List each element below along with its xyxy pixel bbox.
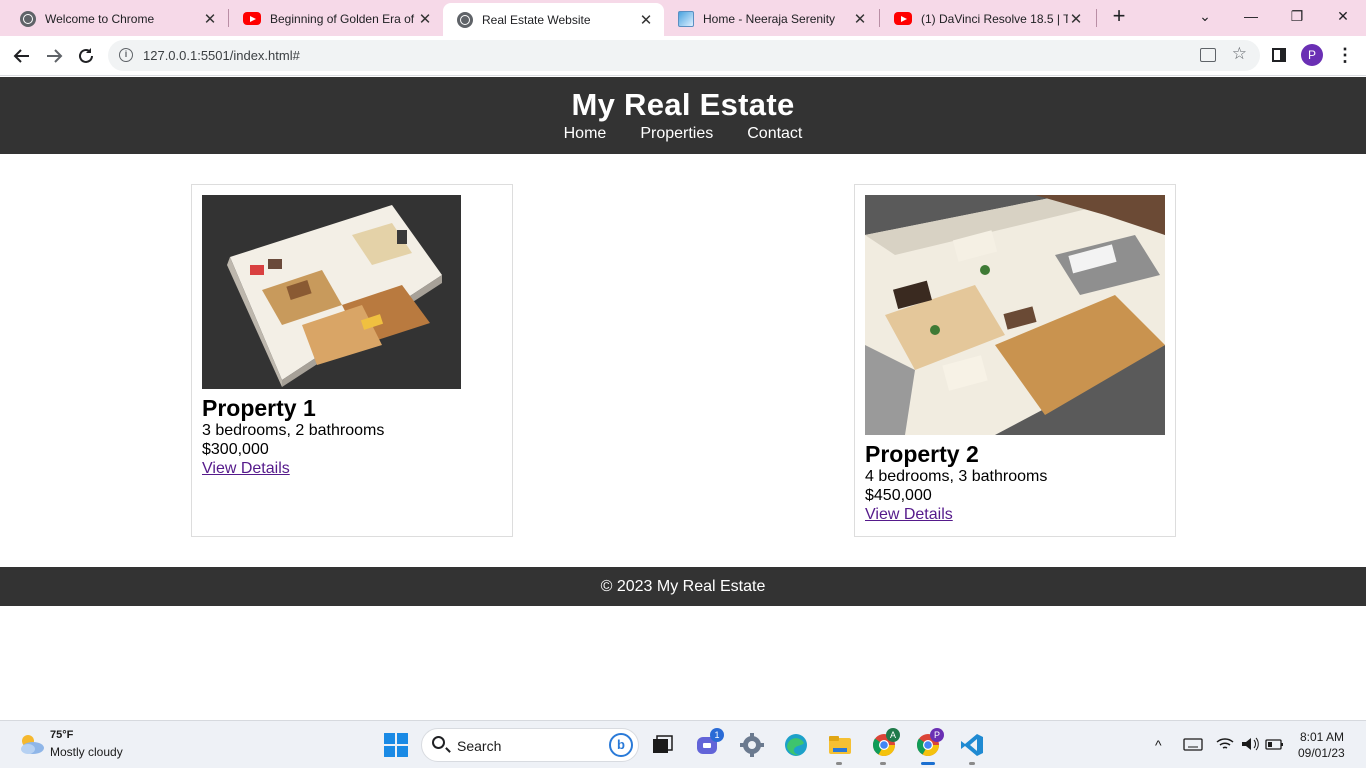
view-details-link[interactable]: View Details (865, 505, 953, 524)
search-icon (432, 736, 445, 749)
active-indicator (921, 762, 935, 765)
clock-date[interactable]: 09/01/23 (1298, 746, 1345, 760)
nav-link-contact[interactable]: Contact (747, 125, 802, 143)
property-card: Property 2 4 bedrooms, 3 bathrooms $450,… (854, 184, 1176, 537)
site-title: My Real Estate (571, 87, 795, 122)
site-header: My Real Estate Home Properties Contact (0, 77, 1366, 154)
share-icon[interactable] (1200, 48, 1216, 62)
file-explorer-icon[interactable] (827, 732, 853, 758)
property-rooms: 3 bedrooms, 2 bathrooms (202, 422, 385, 439)
task-view-icon[interactable] (650, 732, 676, 758)
close-icon[interactable]: ✕ (1068, 11, 1084, 28)
volume-icon[interactable] (1240, 736, 1260, 752)
tab-title: Real Estate Website (482, 12, 591, 27)
search-label: Search (457, 738, 502, 754)
property-image (865, 195, 1165, 435)
tab-title: Home - Neeraja Serenity (703, 11, 836, 26)
youtube-icon (243, 12, 261, 25)
property-title: Property 1 (202, 395, 316, 421)
browser-toolbar: i 127.0.0.1:5501/index.html# ☆ P ⋮ (0, 36, 1366, 76)
property-image (202, 195, 461, 389)
taskbar: 75°F Mostly cloudy Search b 1 A P ^ 8:01… (0, 720, 1366, 768)
floor-plan-illustration (202, 195, 461, 389)
profile-badge: P (930, 728, 944, 742)
youtube-icon (894, 12, 912, 25)
address-bar[interactable]: i 127.0.0.1:5501/index.html# ☆ (108, 40, 1260, 71)
reload-icon (79, 48, 93, 63)
reload-button[interactable] (74, 44, 98, 68)
cloudy-weather-icon[interactable] (17, 731, 45, 757)
notification-badge: 1 (710, 728, 724, 742)
forward-button[interactable] (42, 44, 66, 68)
tab-youtube-golden-era[interactable]: Beginning of Golden Era of Ir ✕ (229, 3, 443, 34)
settings-gear-icon[interactable] (739, 732, 765, 758)
chrome-menu-icon[interactable]: ⋮ (1336, 44, 1354, 66)
tab-title: Welcome to Chrome (45, 11, 155, 26)
weather-temperature[interactable]: 75°F (50, 729, 73, 741)
restore-button[interactable]: ❐ (1274, 0, 1320, 32)
site-info-icon[interactable]: i (119, 48, 133, 62)
forward-arrow-icon (47, 49, 63, 63)
tab-welcome[interactable]: Welcome to Chrome ✕ (6, 3, 228, 34)
running-indicator (880, 762, 886, 765)
tab-separator (1096, 9, 1097, 27)
side-panel-icon[interactable] (1272, 48, 1286, 62)
running-indicator (969, 762, 975, 765)
battery-icon[interactable] (1265, 736, 1285, 752)
close-icon[interactable]: ✕ (202, 11, 218, 28)
nav-link-properties[interactable]: Properties (640, 125, 713, 143)
tab-neeraja-serenity[interactable]: Home - Neeraja Serenity ✕ (664, 3, 878, 34)
back-arrow-icon (13, 49, 29, 63)
tab-title: Beginning of Golden Era of Ir (270, 11, 417, 26)
view-details-link[interactable]: View Details (202, 459, 290, 478)
nav-link-home[interactable]: Home (564, 125, 607, 143)
profile-badge: A (886, 728, 900, 742)
site-footer: © 2023 My Real Estate (0, 567, 1366, 606)
show-hidden-icons-chevron[interactable]: ^ (1155, 721, 1162, 769)
property-price: $300,000 (202, 441, 269, 458)
tab-search-button[interactable]: ⌄ (1182, 0, 1228, 32)
tab-youtube-davinci[interactable]: (1) DaVinci Resolve 18.5 | The ✕ (880, 3, 1094, 34)
tab-strip: Welcome to Chrome ✕ Beginning of Golden … (0, 0, 1366, 36)
wifi-icon[interactable] (1215, 736, 1235, 752)
minimize-button[interactable]: — (1228, 0, 1274, 32)
vscode-icon[interactable] (959, 732, 985, 758)
weather-description[interactable]: Mostly cloudy (50, 745, 123, 759)
home-site-icon (678, 10, 694, 27)
clock-time[interactable]: 8:01 AM (1300, 730, 1344, 744)
globe-icon (20, 10, 36, 27)
property-title: Property 2 (865, 441, 979, 467)
close-icon[interactable]: ✕ (852, 11, 868, 28)
taskbar-search[interactable]: Search b (421, 728, 639, 762)
site-nav: Home Properties Contact (0, 125, 1366, 143)
edge-browser-icon[interactable] (783, 732, 809, 758)
url-text[interactable]: 127.0.0.1:5501/index.html# (143, 40, 300, 71)
profile-avatar[interactable]: P (1301, 44, 1323, 66)
close-icon[interactable]: ✕ (417, 11, 433, 28)
tab-real-estate[interactable]: Real Estate Website ✕ (443, 3, 664, 36)
new-tab-button[interactable]: + (1108, 5, 1130, 28)
property-price: $450,000 (865, 487, 932, 504)
globe-icon (457, 11, 473, 28)
running-indicator (836, 762, 842, 765)
floor-plan-illustration (865, 195, 1165, 435)
property-card: Property 1 3 bedrooms, 2 bathrooms $300,… (191, 184, 513, 537)
bing-icon[interactable]: b (609, 733, 633, 757)
back-button[interactable] (10, 44, 34, 68)
windows-start-icon[interactable] (383, 732, 409, 758)
keyboard-icon[interactable] (1183, 736, 1203, 752)
bookmark-star-icon[interactable]: ☆ (1232, 44, 1247, 64)
tab-title: (1) DaVinci Resolve 18.5 | The (921, 11, 1068, 26)
property-rooms: 4 bedrooms, 3 bathrooms (865, 468, 1048, 485)
close-icon[interactable]: ✕ (638, 12, 654, 29)
close-window-button[interactable]: ✕ (1320, 0, 1366, 32)
